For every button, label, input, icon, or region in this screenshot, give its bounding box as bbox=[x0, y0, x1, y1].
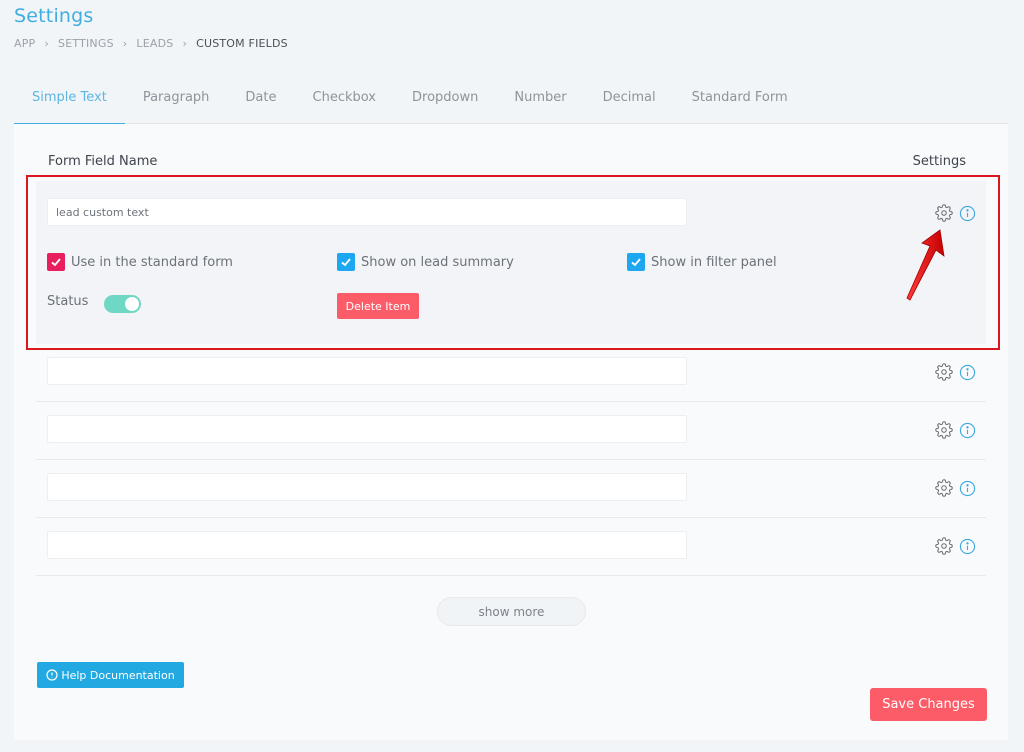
tab-dropdown[interactable]: Dropdown bbox=[412, 78, 478, 124]
chevron-right-icon: › bbox=[182, 37, 188, 50]
show-on-lead-summary-label: Show on lead summary bbox=[361, 254, 514, 270]
field-row bbox=[36, 402, 986, 460]
help-documentation-button[interactable]: Help Documentation bbox=[37, 662, 184, 688]
checkbox-checked-icon[interactable] bbox=[337, 253, 355, 271]
tab-checkbox[interactable]: Checkbox bbox=[313, 78, 377, 124]
page-title: Settings bbox=[14, 5, 94, 27]
tab-standard-form[interactable]: Standard Form bbox=[692, 78, 788, 124]
field-type-tabs: Simple Text Paragraph Date Checkbox Drop… bbox=[14, 78, 1008, 125]
gear-icon[interactable] bbox=[935, 204, 953, 222]
breadcrumb-custom-fields: CUSTOM FIELDS bbox=[196, 37, 288, 50]
status-toggle[interactable] bbox=[104, 295, 141, 313]
toggle-knob bbox=[125, 297, 139, 311]
tab-decimal[interactable]: Decimal bbox=[603, 78, 656, 124]
info-circle-icon bbox=[46, 669, 58, 681]
status-label: Status bbox=[47, 294, 89, 309]
tab-date[interactable]: Date bbox=[245, 78, 276, 124]
save-changes-button[interactable]: Save Changes bbox=[870, 688, 987, 721]
tab-simple-text[interactable]: Simple Text bbox=[14, 78, 125, 125]
show-on-lead-summary-checkbox[interactable]: Show on lead summary bbox=[337, 253, 514, 271]
breadcrumb: APP › SETTINGS › LEADS › CUSTOM FIELDS bbox=[14, 37, 288, 50]
breadcrumb-leads[interactable]: LEADS bbox=[136, 37, 173, 50]
field-row-expanded: Use in the standard form Show on lead su… bbox=[36, 181, 986, 344]
checkbox-checked-icon[interactable] bbox=[47, 253, 65, 271]
info-icon[interactable] bbox=[959, 538, 976, 555]
show-in-filter-panel-checkbox[interactable]: Show in filter panel bbox=[627, 253, 777, 271]
chevron-right-icon: › bbox=[122, 37, 128, 50]
tab-paragraph[interactable]: Paragraph bbox=[143, 78, 210, 124]
field-name-input[interactable] bbox=[47, 531, 687, 559]
field-row bbox=[36, 518, 986, 576]
breadcrumb-settings[interactable]: SETTINGS bbox=[58, 37, 114, 50]
checkbox-checked-icon[interactable] bbox=[627, 253, 645, 271]
breadcrumb-app[interactable]: APP bbox=[14, 37, 35, 50]
field-name-input[interactable] bbox=[47, 357, 687, 385]
gear-icon[interactable] bbox=[935, 479, 953, 497]
field-row bbox=[36, 344, 986, 402]
field-name-input[interactable] bbox=[47, 198, 687, 226]
help-documentation-label: Help Documentation bbox=[61, 668, 175, 682]
field-name-input[interactable] bbox=[47, 415, 687, 443]
gear-icon[interactable] bbox=[935, 363, 953, 381]
chevron-right-icon: › bbox=[44, 37, 50, 50]
info-icon[interactable] bbox=[959, 364, 976, 381]
use-in-standard-form-label: Use in the standard form bbox=[71, 254, 233, 270]
column-header-form-field-name: Form Field Name bbox=[48, 154, 158, 169]
field-name-input[interactable] bbox=[47, 473, 687, 501]
info-icon[interactable] bbox=[959, 480, 976, 497]
info-icon[interactable] bbox=[959, 422, 976, 439]
show-in-filter-panel-label: Show in filter panel bbox=[651, 254, 777, 270]
custom-fields-card: Form Field Name Settings Use in the stan… bbox=[14, 124, 1008, 740]
gear-icon[interactable] bbox=[935, 537, 953, 555]
delete-item-button[interactable]: Delete Item bbox=[337, 293, 419, 319]
info-icon[interactable] bbox=[959, 205, 976, 222]
use-in-standard-form-checkbox[interactable]: Use in the standard form bbox=[47, 253, 233, 271]
field-row bbox=[36, 460, 986, 518]
show-more-button[interactable]: show more bbox=[437, 597, 586, 626]
gear-icon[interactable] bbox=[935, 421, 953, 439]
tab-number[interactable]: Number bbox=[514, 78, 566, 124]
column-header-settings: Settings bbox=[912, 154, 966, 169]
